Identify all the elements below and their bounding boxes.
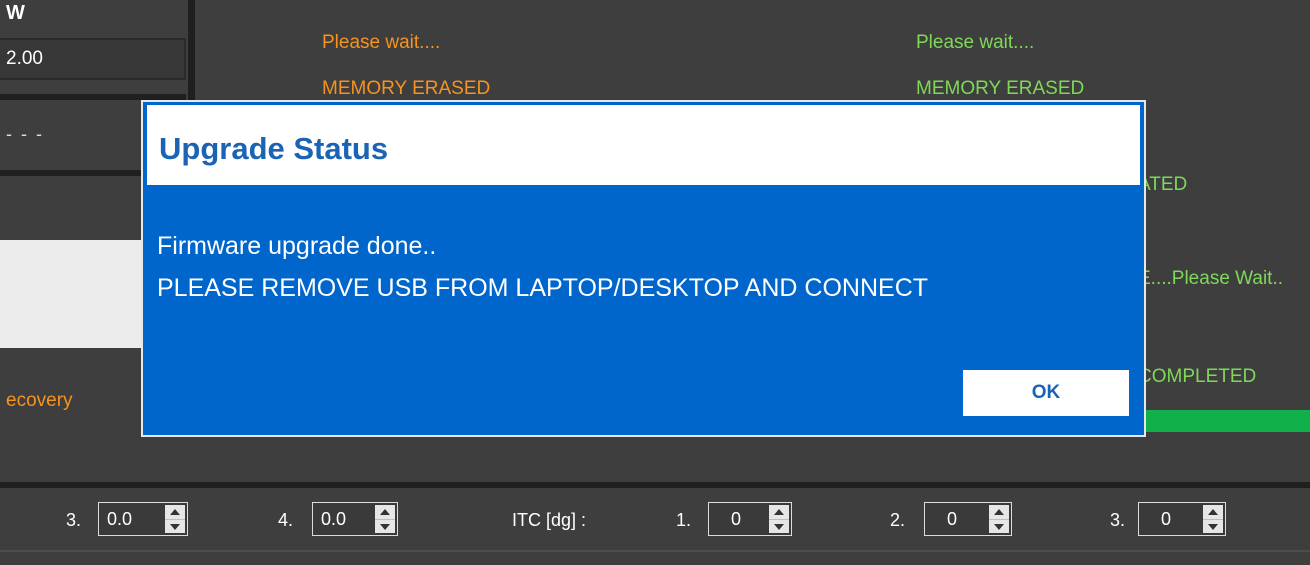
progress-bar bbox=[1146, 410, 1310, 432]
itc2-label: 2. bbox=[890, 510, 906, 530]
status-left-wait: Please wait.... bbox=[322, 32, 441, 53]
itc1-down-arrow-icon[interactable] bbox=[769, 519, 789, 533]
itc2-value: 0 bbox=[947, 509, 958, 529]
dialog-title: Upgrade Status bbox=[159, 131, 389, 166]
status-right-line4: E....Please Wait.. bbox=[1138, 268, 1284, 289]
itc1-label: 1. bbox=[676, 510, 692, 530]
left-placeholder-dashes: - - - bbox=[6, 124, 44, 144]
bottom-line bbox=[0, 550, 1310, 552]
itc3-label: 3. bbox=[1110, 510, 1126, 530]
status-right-erased: MEMORY ERASED bbox=[916, 78, 1085, 99]
itc3-input[interactable]: 0 bbox=[1138, 502, 1226, 536]
spin4-up-arrow-icon[interactable] bbox=[375, 505, 395, 519]
itc3-value: 0 bbox=[1161, 509, 1172, 529]
itc2-up-arrow-icon[interactable] bbox=[989, 505, 1009, 519]
itc2-input[interactable]: 0 bbox=[924, 502, 1012, 536]
ok-button[interactable]: OK bbox=[963, 370, 1129, 416]
itc2-down-arrow-icon[interactable] bbox=[989, 519, 1009, 533]
spin4-label: 4. bbox=[278, 510, 294, 530]
itc1-value: 0 bbox=[731, 509, 742, 529]
spin3-input[interactable]: 0.0 bbox=[98, 502, 188, 536]
status-right-wait: Please wait.... bbox=[916, 32, 1035, 53]
spin4-down-arrow-icon[interactable] bbox=[375, 519, 395, 533]
itc1-up-arrow-icon[interactable] bbox=[769, 505, 789, 519]
status-right-line5: COMPLETED bbox=[1138, 366, 1257, 387]
dialog-titlebar: Upgrade Status bbox=[147, 105, 1140, 185]
recovery-label: ecovery bbox=[6, 390, 73, 411]
firmware-upgrade-app: W 2.00 - - - ecovery Please wait.... MEM… bbox=[0, 0, 1310, 565]
bottom-separator bbox=[0, 482, 1310, 488]
dialog-message-line1: Firmware upgrade done.. bbox=[157, 232, 437, 260]
spin3-value: 0.0 bbox=[107, 509, 133, 529]
status-left-erased: MEMORY ERASED bbox=[322, 78, 491, 99]
upgrade-status-dialog: Upgrade Status Firmware upgrade done.. P… bbox=[141, 100, 1146, 437]
itc3-down-arrow-icon[interactable] bbox=[1203, 519, 1223, 533]
spin3-down-arrow-icon[interactable] bbox=[165, 519, 185, 533]
spin4-input[interactable]: 0.0 bbox=[312, 502, 398, 536]
spin3-up-arrow-icon[interactable] bbox=[165, 505, 185, 519]
spin4-value: 0.0 bbox=[321, 509, 347, 529]
spin3-label: 3. bbox=[66, 510, 82, 530]
itc1-input[interactable]: 0 bbox=[708, 502, 792, 536]
itc-label: ITC [dg] : bbox=[512, 510, 587, 530]
value-field-text: 2.00 bbox=[6, 48, 43, 69]
dialog-message-line2: PLEASE REMOVE USB FROM LAPTOP/DESKTOP AN… bbox=[157, 274, 929, 302]
itc3-up-arrow-icon[interactable] bbox=[1203, 505, 1223, 519]
left-panel-header: W bbox=[6, 2, 25, 24]
